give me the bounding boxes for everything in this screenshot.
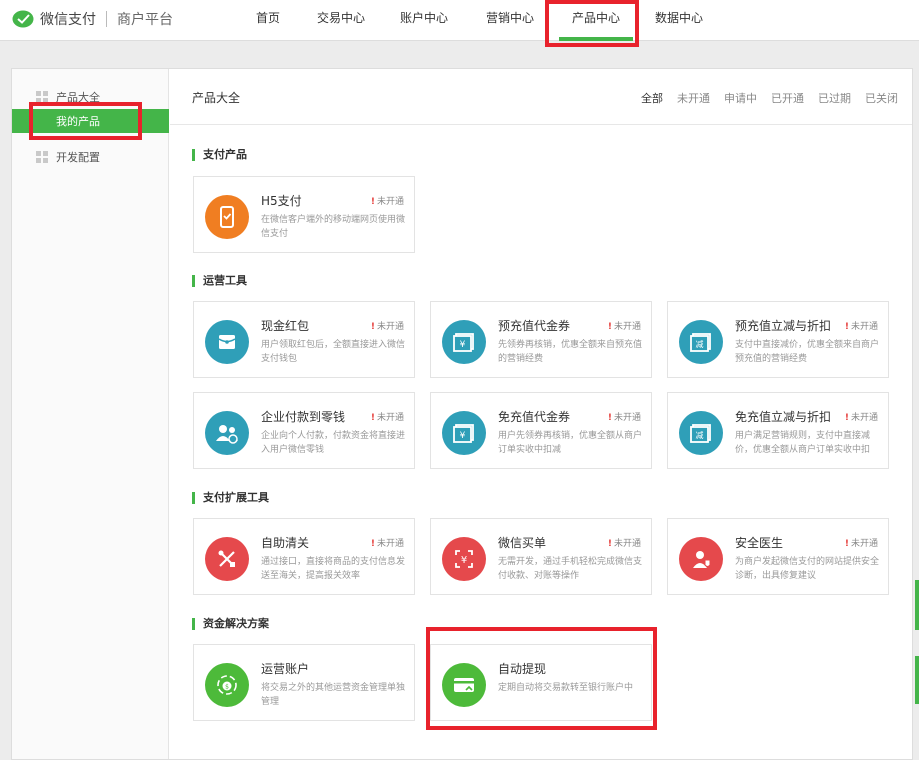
voucher-icon: ¥ [442, 320, 486, 364]
nav-home[interactable]: 首页 [235, 0, 301, 41]
product-card-free-voucher[interactable]: ¥ 免充值代金券 ! 未开通 用户先领券再核销，优惠全额从商户订单实收中扣减 [430, 392, 652, 469]
product-desc: 先领券再核销，优惠全额来自预充值的营销经费 [498, 340, 643, 364]
product-desc: 无需开发，通过手机轻松完成微信支付收款、对账等操作 [498, 557, 643, 581]
voucher-icon: ¥ [442, 411, 486, 455]
nav-account[interactable]: 账户中心 [381, 0, 467, 41]
product-name: 现金红包 [261, 319, 310, 333]
product-desc: 用户满足营销规则，支付中直接减价，优惠全额从商户订单实收中扣 [735, 431, 871, 455]
highlight-box [426, 627, 657, 730]
product-name: 自助清关 [261, 536, 310, 550]
status-badge: ! 未开通 [607, 413, 641, 423]
discount-icon: 减 [679, 411, 723, 455]
transfer-icon [205, 411, 249, 455]
product-name: 免充值立减与折扣 [735, 410, 832, 424]
product-desc: 将交易之外的其他运营资金管理单独管理 [261, 683, 406, 707]
red-packet-icon [205, 320, 249, 364]
status-filters: 全部 未开通 申请中 已开通 已过期 已关闭 [627, 90, 898, 106]
product-desc: 在微信客户端外的移动端网页使用微信支付 [261, 215, 406, 239]
product-card-prepaid-voucher[interactable]: ¥ 预充值代金券 ! 未开通 先领券再核销，优惠全额来自预充值的营销经费 [430, 301, 652, 378]
status-badge: ! 未开通 [607, 322, 641, 332]
discount-icon: 减 [679, 320, 723, 364]
section-title: 运营工具 [192, 275, 247, 287]
scan-pay-icon: ¥ [442, 537, 486, 581]
svg-text:¥: ¥ [460, 431, 466, 441]
nav-marketing[interactable]: 营销中心 [467, 0, 553, 41]
status-badge: ! 未开通 [844, 322, 878, 332]
wechat-pay-logo-icon [12, 10, 34, 28]
product-card-free-discount[interactable]: 减 免充值立减与折扣 ! 未开通 用户满足营销规则，支付中直接减价，优惠全额从商户… [667, 392, 889, 469]
product-name: 预充值代金券 [498, 319, 571, 333]
nav-data[interactable]: 数据中心 [639, 0, 719, 41]
main-nav: 首页 交易中心 账户中心 营销中心 产品中心 数据中心 [235, 0, 719, 41]
phone-icon [205, 195, 249, 239]
product-card-customs-clearance[interactable]: 自助清关 ! 未开通 通过接口，直接将商品的支付信息发送至海关，提高报关效率 [193, 518, 415, 595]
product-desc: 支付中直接减价，优惠全额来自商户预充值的营销经费 [735, 340, 880, 364]
status-badge: ! 未开通 [844, 539, 878, 549]
account-icon: $ [205, 663, 249, 707]
product-card-cash-red-packet[interactable]: 现金红包 ! 未开通 用户领取红包后，全额直接进入微信支付钱包 [193, 301, 415, 378]
brand-name: 微信支付 [40, 12, 96, 28]
filter-not-opened[interactable]: 未开通 [677, 90, 710, 106]
product-desc: 用户先领券再核销，优惠全额从商户订单实收中扣减 [498, 431, 643, 455]
svg-text:减: 减 [696, 430, 704, 440]
product-card-enterprise-payment[interactable]: 企业付款到零钱 ! 未开通 企业向个人付款，付款资金将直接进入用户微信零钱 [193, 392, 415, 469]
content-header: 产品大全 全部 未开通 申请中 已开通 已过期 已关闭 [170, 69, 912, 125]
product-card-wechat-checkout[interactable]: ¥ 微信买单 ! 未开通 无需开发，通过手机轻松完成微信支付收款、对账等操作 [430, 518, 652, 595]
filter-expired[interactable]: 已过期 [818, 90, 851, 106]
status-badge: ! 未开通 [370, 539, 404, 549]
product-name: 预充值立减与折扣 [735, 319, 832, 333]
page-title: 产品大全 [192, 91, 241, 105]
brand-subtitle: 商户平台 [117, 12, 173, 28]
product-card-prepaid-discount[interactable]: 减 预充值立减与折扣 ! 未开通 支付中直接减价，优惠全额来自商户预充值的营销经费 [667, 301, 889, 378]
section-title: 支付产品 [192, 149, 247, 161]
sidebar-item-dev-config[interactable]: 开发配置 [12, 145, 169, 169]
product-name: 运营账户 [261, 662, 310, 676]
sidebar-item-label: 开发配置 [56, 151, 100, 164]
scrollbar-marker[interactable] [915, 580, 919, 630]
status-badge: ! 未开通 [370, 322, 404, 332]
product-card-h5-pay[interactable]: H5支付 ! 未开通 在微信客户端外的移动端网页使用微信支付 [193, 176, 415, 253]
highlight-box [29, 102, 142, 140]
product-desc: 用户领取红包后，全额直接进入微信支付钱包 [261, 340, 406, 364]
scrollbar-marker[interactable] [915, 656, 919, 704]
section-title: 资金解决方案 [192, 618, 269, 630]
status-badge: ! 未开通 [607, 539, 641, 549]
product-desc: 为商户发起微信支付的网站提供安全诊断，出具修复建议 [735, 557, 880, 581]
status-badge: ! 未开通 [844, 413, 878, 423]
customs-icon [205, 537, 249, 581]
status-badge: ! 未开通 [370, 197, 404, 207]
product-name: 安全医生 [735, 536, 784, 550]
product-desc: 企业向个人付款，付款资金将直接进入用户微信零钱 [261, 431, 406, 455]
filter-closed[interactable]: 已关闭 [865, 90, 898, 106]
brand-divider [106, 11, 107, 27]
product-name: 企业付款到零钱 [261, 410, 346, 424]
svg-text:减: 减 [696, 339, 704, 349]
filter-applying[interactable]: 申请中 [724, 90, 757, 106]
section-title: 支付扩展工具 [192, 492, 269, 504]
filter-opened[interactable]: 已开通 [771, 90, 804, 106]
product-desc: 通过接口，直接将商品的支付信息发送至海关，提高报关效率 [261, 557, 406, 581]
doctor-icon [679, 537, 723, 581]
status-badge: ! 未开通 [370, 413, 404, 423]
product-card-security-doctor[interactable]: 安全医生 ! 未开通 为商户发起微信支付的网站提供安全诊断，出具修复建议 [667, 518, 889, 595]
sidebar: 产品大全 我的产品 开发配置 [12, 69, 169, 759]
product-card-operating-account[interactable]: $ 运营账户 将交易之外的其他运营资金管理单独管理 [193, 644, 415, 721]
brand-logo[interactable]: 微信支付 商户平台 [12, 8, 173, 30]
svg-text:¥: ¥ [461, 555, 467, 566]
product-name: 微信买单 [498, 536, 547, 550]
svg-text:¥: ¥ [460, 340, 466, 350]
top-bar: 微信支付 商户平台 首页 交易中心 账户中心 营销中心 产品中心 数据中心 [0, 0, 919, 41]
filter-all[interactable]: 全部 [641, 90, 663, 106]
nav-transactions[interactable]: 交易中心 [301, 0, 381, 41]
product-name: H5支付 [261, 194, 302, 208]
highlight-box [545, 0, 639, 47]
grid-icon [36, 151, 48, 163]
svg-text:$: $ [225, 684, 229, 691]
product-name: 免充值代金券 [498, 410, 571, 424]
